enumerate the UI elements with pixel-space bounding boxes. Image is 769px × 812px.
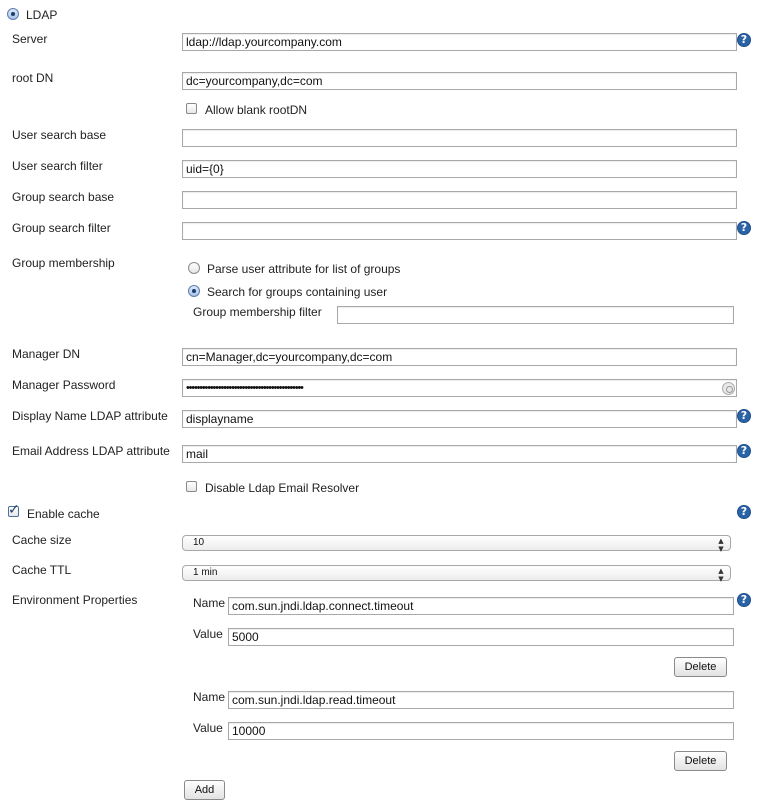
ldap-radio-label: LDAP bbox=[26, 8, 58, 22]
disable-email-resolver-checkbox[interactable] bbox=[186, 481, 197, 492]
user-search-filter-input[interactable]: uid={0} bbox=[182, 160, 737, 178]
group-search-base-input[interactable] bbox=[182, 191, 737, 209]
cache-size-select[interactable]: 10 ▲▼ bbox=[182, 535, 731, 553]
user-search-base-label: User search base bbox=[12, 128, 107, 142]
delete-button[interactable]: Delete bbox=[674, 657, 727, 677]
enable-cache-label: Enable cache bbox=[27, 507, 100, 521]
help-icon[interactable]: ? bbox=[737, 409, 751, 423]
env-prop-value-input[interactable]: 10000 bbox=[228, 722, 734, 740]
group-membership-filter-label: Group membership filter bbox=[193, 305, 322, 319]
enable-cache-checkbox[interactable] bbox=[8, 502, 20, 518]
help-icon[interactable]: ? bbox=[737, 33, 751, 47]
env-prop-value-label: Value bbox=[193, 627, 223, 641]
env-prop-name-input[interactable]: com.sun.jndi.ldap.connect.timeout bbox=[228, 597, 734, 615]
help-icon[interactable]: ? bbox=[737, 593, 751, 607]
manager-password-input[interactable]: ••••••••••••••••••••••••••••••••••••••••… bbox=[182, 379, 737, 397]
cache-size-label: Cache size bbox=[12, 533, 72, 547]
server-input[interactable]: ldap://ldap.yourcompany.com bbox=[182, 33, 737, 51]
help-icon[interactable]: ? bbox=[737, 444, 751, 458]
group-membership-filter-input[interactable] bbox=[337, 306, 734, 324]
user-search-filter-label: User search filter bbox=[12, 159, 103, 173]
delete-button[interactable]: Delete bbox=[674, 751, 727, 771]
cache-size-value: 10 bbox=[193, 537, 205, 548]
allow-blank-rootdn-checkbox[interactable] bbox=[186, 103, 197, 114]
password-reveal-icon[interactable] bbox=[722, 382, 735, 395]
select-arrows-icon: ▲▼ bbox=[717, 537, 725, 553]
env-props-label: Environment Properties bbox=[12, 593, 138, 607]
cache-ttl-label: Cache TTL bbox=[12, 563, 72, 577]
email-attr-input[interactable]: mail bbox=[182, 445, 737, 463]
ldap-radio[interactable] bbox=[7, 8, 19, 20]
parse-user-attribute-radio[interactable] bbox=[188, 262, 200, 274]
env-prop-name-input[interactable]: com.sun.jndi.ldap.read.timeout bbox=[228, 691, 734, 709]
env-prop-name-label: Name bbox=[193, 596, 226, 610]
user-search-base-input[interactable] bbox=[182, 129, 737, 147]
group-search-base-label: Group search base bbox=[12, 190, 115, 204]
manager-dn-label: Manager DN bbox=[12, 347, 81, 361]
disable-email-resolver-label: Disable Ldap Email Resolver bbox=[205, 481, 360, 495]
search-groups-label: Search for groups containing user bbox=[207, 285, 388, 299]
display-name-attr-input[interactable]: displayname bbox=[182, 410, 737, 428]
select-arrows-icon: ▲▼ bbox=[717, 567, 725, 583]
search-groups-radio[interactable] bbox=[188, 285, 200, 297]
allow-blank-rootdn-label: Allow blank rootDN bbox=[205, 103, 308, 117]
server-label: Server bbox=[12, 32, 48, 46]
add-button[interactable]: Add bbox=[184, 780, 225, 800]
help-icon[interactable]: ? bbox=[737, 221, 751, 235]
env-prop-name-label: Name bbox=[193, 690, 226, 704]
help-icon[interactable]: ? bbox=[737, 505, 751, 519]
manager-password-label: Manager Password bbox=[12, 378, 116, 392]
root-dn-input[interactable]: dc=yourcompany,dc=com bbox=[182, 72, 737, 90]
env-prop-value-input[interactable]: 5000 bbox=[228, 628, 734, 646]
display-name-attr-label: Display Name LDAP attribute bbox=[12, 409, 168, 423]
group-membership-label: Group membership bbox=[12, 256, 115, 270]
root-dn-label: root DN bbox=[12, 71, 54, 85]
email-attr-label: Email Address LDAP attribute bbox=[12, 444, 170, 458]
env-prop-value-label: Value bbox=[193, 721, 223, 735]
group-search-filter-label: Group search filter bbox=[12, 221, 111, 235]
manager-dn-input[interactable]: cn=Manager,dc=yourcompany,dc=com bbox=[182, 348, 737, 366]
parse-user-attribute-label: Parse user attribute for list of groups bbox=[207, 262, 401, 276]
group-search-filter-input[interactable] bbox=[182, 222, 737, 240]
cache-ttl-select[interactable]: 1 min ▲▼ bbox=[182, 565, 731, 583]
cache-ttl-value: 1 min bbox=[193, 567, 218, 578]
